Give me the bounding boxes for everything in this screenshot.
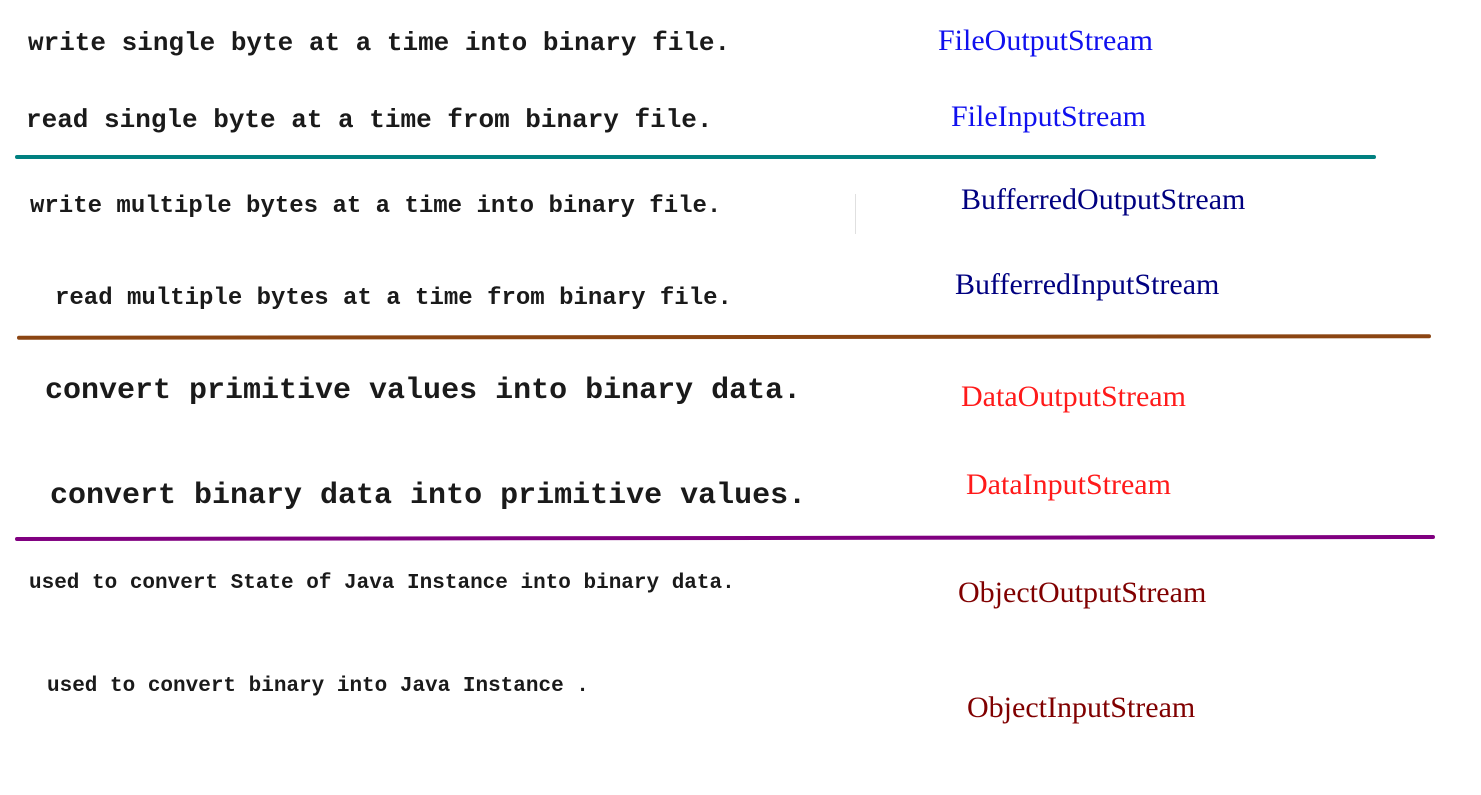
description-text: used to convert State of Java Instance i…	[29, 572, 735, 595]
class-name: BufferredInputStream	[955, 268, 1220, 301]
divider-purple	[14, 535, 1436, 541]
description-text: read multiple bytes at a time from binar…	[55, 285, 732, 312]
class-name: FileOutputStream	[938, 24, 1153, 57]
description-text: used to convert binary into Java Instanc…	[47, 675, 589, 698]
divider-teal	[15, 155, 1376, 159]
description-text: read single byte at a time from binary f…	[26, 105, 713, 135]
text-cursor	[855, 194, 856, 234]
class-name: DataInputStream	[966, 468, 1171, 501]
description-text: convert binary data into primitive value…	[50, 479, 807, 513]
description-text: write multiple bytes at a time into bina…	[30, 193, 722, 220]
class-name: ObjectOutputStream	[958, 576, 1207, 609]
divider-brown	[16, 334, 1432, 340]
class-name: FileInputStream	[951, 100, 1146, 133]
class-name: BufferredOutputStream	[961, 183, 1246, 216]
class-name: DataOutputStream	[961, 380, 1186, 413]
description-text: convert primitive values into binary dat…	[45, 374, 802, 408]
class-name: ObjectInputStream	[967, 691, 1196, 724]
description-text: write single byte at a time into binary …	[28, 28, 731, 58]
